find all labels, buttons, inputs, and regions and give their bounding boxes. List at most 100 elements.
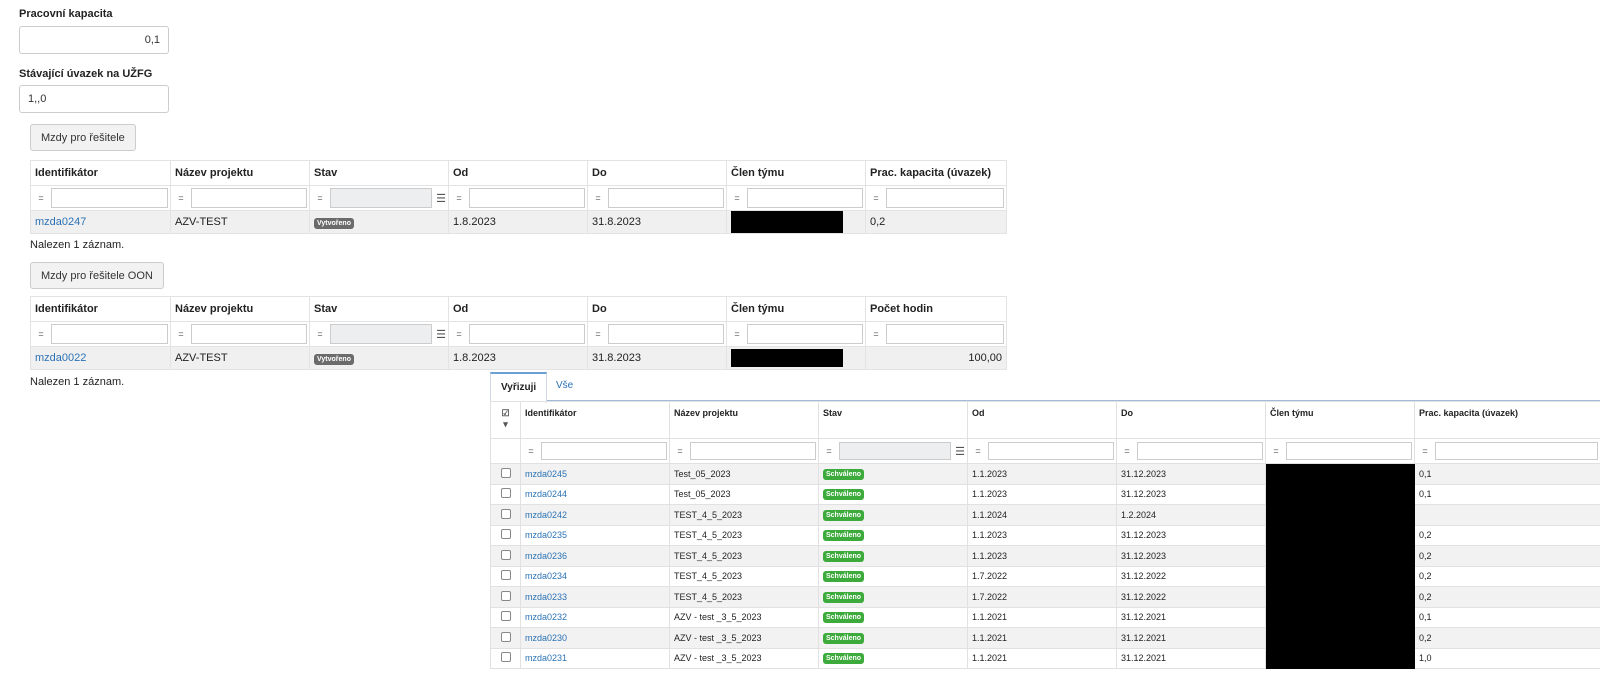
col-project[interactable]: Název projektu — [170, 296, 310, 322]
list-icon[interactable]: ☰ — [434, 328, 448, 341]
col-to[interactable]: Do — [1116, 401, 1266, 439]
wages-researcher-button[interactable]: Mzdy pro řešitele — [30, 124, 136, 151]
row-checkbox[interactable] — [500, 508, 511, 519]
col-team-member[interactable]: Člen týmu — [726, 160, 866, 186]
table-row[interactable]: mzda0233 TEST_4_5_2023 Schváleno 1.7.2022 31… — [490, 586, 1600, 608]
record-link[interactable]: mzda0244 — [525, 489, 567, 499]
col-to[interactable]: Do — [587, 296, 727, 322]
filter-operator[interactable]: = — [32, 329, 52, 339]
filter-status-select[interactable] — [330, 188, 432, 208]
record-link[interactable]: mzda0247 — [35, 216, 86, 228]
filter-operator[interactable]: = — [820, 446, 840, 456]
list-icon[interactable]: ☰ — [434, 192, 448, 205]
filter-operator[interactable]: = — [32, 193, 52, 203]
record-link[interactable]: mzda0230 — [525, 633, 567, 643]
record-link[interactable]: mzda0235 — [525, 530, 567, 540]
col-status[interactable]: Stav — [309, 160, 449, 186]
col-project[interactable]: Název projektu — [669, 401, 819, 439]
record-link[interactable]: mzda0234 — [525, 571, 567, 581]
filter-operator[interactable]: = — [522, 446, 542, 456]
table-row[interactable]: mzda0231 AZV - test _3_5_2023 Schváleno 1.1… — [490, 647, 1600, 669]
filter-team-input[interactable] — [747, 188, 863, 208]
table-row[interactable]: mzda0242 TEST_4_5_2023 Schváleno 1.1.2024 1.… — [490, 504, 1600, 526]
filter-project-input[interactable] — [191, 188, 307, 208]
record-link[interactable]: mzda0245 — [525, 469, 567, 479]
filter-operator[interactable]: = — [589, 329, 609, 339]
col-identifier[interactable]: Identifikátor — [30, 296, 171, 322]
table-row[interactable]: mzda0235 TEST_4_5_2023 Schváleno 1.1.2023 31… — [490, 524, 1600, 546]
filter-hours-input[interactable] — [886, 324, 1004, 344]
list-icon[interactable]: ☰ — [953, 445, 967, 458]
select-all-toggle[interactable]: ☑ ▾ — [490, 401, 521, 439]
filter-from-input[interactable] — [469, 188, 585, 208]
record-link[interactable]: mzda0231 — [525, 653, 567, 663]
filter-operator[interactable]: = — [172, 193, 192, 203]
tab-all[interactable]: Vše — [546, 372, 583, 400]
filter-operator[interactable]: = — [728, 329, 748, 339]
filter-from-input[interactable] — [469, 324, 585, 344]
record-link[interactable]: mzda0232 — [525, 612, 567, 622]
filter-to-input[interactable] — [608, 324, 724, 344]
col-to[interactable]: Do — [587, 160, 727, 186]
filter-capacity-input[interactable] — [1435, 442, 1598, 460]
col-project[interactable]: Název projektu — [170, 160, 310, 186]
record-link[interactable]: mzda0236 — [525, 551, 567, 561]
table-row[interactable]: mzda0232 AZV - test _3_5_2023 Schváleno 1.1… — [490, 606, 1600, 628]
row-checkbox[interactable] — [500, 590, 511, 601]
capacity-input[interactable] — [19, 26, 169, 54]
filter-operator[interactable]: = — [311, 193, 331, 203]
col-identifier[interactable]: Identifikátor — [30, 160, 171, 186]
col-status[interactable]: Stav — [309, 296, 449, 322]
row-checkbox[interactable] — [500, 467, 511, 478]
table-row[interactable]: mzda0230 AZV - test _3_5_2023 Schváleno 1.1… — [490, 627, 1600, 649]
col-identifier[interactable]: Identifikátor — [520, 401, 670, 439]
row-checkbox[interactable] — [500, 570, 511, 581]
filter-operator[interactable]: = — [867, 329, 887, 339]
checklist-icon[interactable]: ☑ ▾ — [501, 408, 509, 429]
record-link[interactable]: mzda0242 — [525, 510, 567, 520]
filter-team-input[interactable] — [747, 324, 863, 344]
current-workload-input[interactable] — [19, 85, 169, 113]
col-team-member[interactable]: Člen týmu — [1265, 401, 1415, 439]
filter-team-input[interactable] — [1286, 442, 1412, 460]
filter-operator[interactable]: = — [1416, 446, 1436, 456]
filter-identifier-input[interactable] — [51, 324, 168, 344]
table-row[interactable]: mzda0247 AZV-TEST Vytvořeno 1.8.2023 31.… — [30, 210, 1007, 234]
col-status[interactable]: Stav — [818, 401, 968, 439]
filter-status-select[interactable] — [839, 442, 951, 460]
record-link[interactable]: mzda0233 — [525, 592, 567, 602]
col-hours[interactable]: Počet hodin — [865, 296, 1007, 322]
filter-operator[interactable]: = — [450, 193, 470, 203]
col-team-member[interactable]: Člen týmu — [726, 296, 866, 322]
filter-project-input[interactable] — [690, 442, 816, 460]
row-checkbox[interactable] — [500, 631, 511, 642]
col-capacity[interactable]: Prac. kapacita (úvazek) — [865, 160, 1007, 186]
col-from[interactable]: Od — [967, 401, 1117, 439]
filter-operator[interactable]: = — [728, 193, 748, 203]
filter-to-input[interactable] — [1137, 442, 1263, 460]
filter-operator[interactable]: = — [969, 446, 989, 456]
tab-handling[interactable]: Vyřizuji — [490, 372, 548, 404]
col-from[interactable]: Od — [448, 296, 588, 322]
filter-project-input[interactable] — [191, 324, 307, 344]
row-checkbox[interactable] — [500, 529, 511, 540]
row-checkbox[interactable] — [500, 549, 511, 560]
filter-operator[interactable]: = — [1267, 446, 1287, 456]
filter-operator[interactable]: = — [671, 446, 691, 456]
filter-capacity-input[interactable] — [886, 188, 1004, 208]
filter-operator[interactable]: = — [172, 329, 192, 339]
row-checkbox[interactable] — [500, 611, 511, 622]
wages-researcher-oon-button[interactable]: Mzdy pro řešitele OON — [30, 262, 164, 289]
row-checkbox[interactable] — [500, 488, 511, 499]
filter-operator[interactable]: = — [1118, 446, 1138, 456]
row-checkbox[interactable] — [500, 652, 511, 663]
filter-identifier-input[interactable] — [541, 442, 667, 460]
filter-operator[interactable]: = — [311, 329, 331, 339]
filter-from-input[interactable] — [988, 442, 1114, 460]
table-row[interactable]: mzda0236 TEST_4_5_2023 Schváleno 1.1.2023 31… — [490, 545, 1600, 567]
filter-operator[interactable]: = — [450, 329, 470, 339]
filter-to-input[interactable] — [608, 188, 724, 208]
table-row[interactable]: mzda0245 Test_05_2023 Schváleno 1.1.2023 31.… — [490, 463, 1600, 485]
table-row[interactable]: mzda0022 AZV-TEST Vytvořeno 1.8.2023 31.… — [30, 346, 1007, 370]
filter-operator[interactable]: = — [867, 193, 887, 203]
